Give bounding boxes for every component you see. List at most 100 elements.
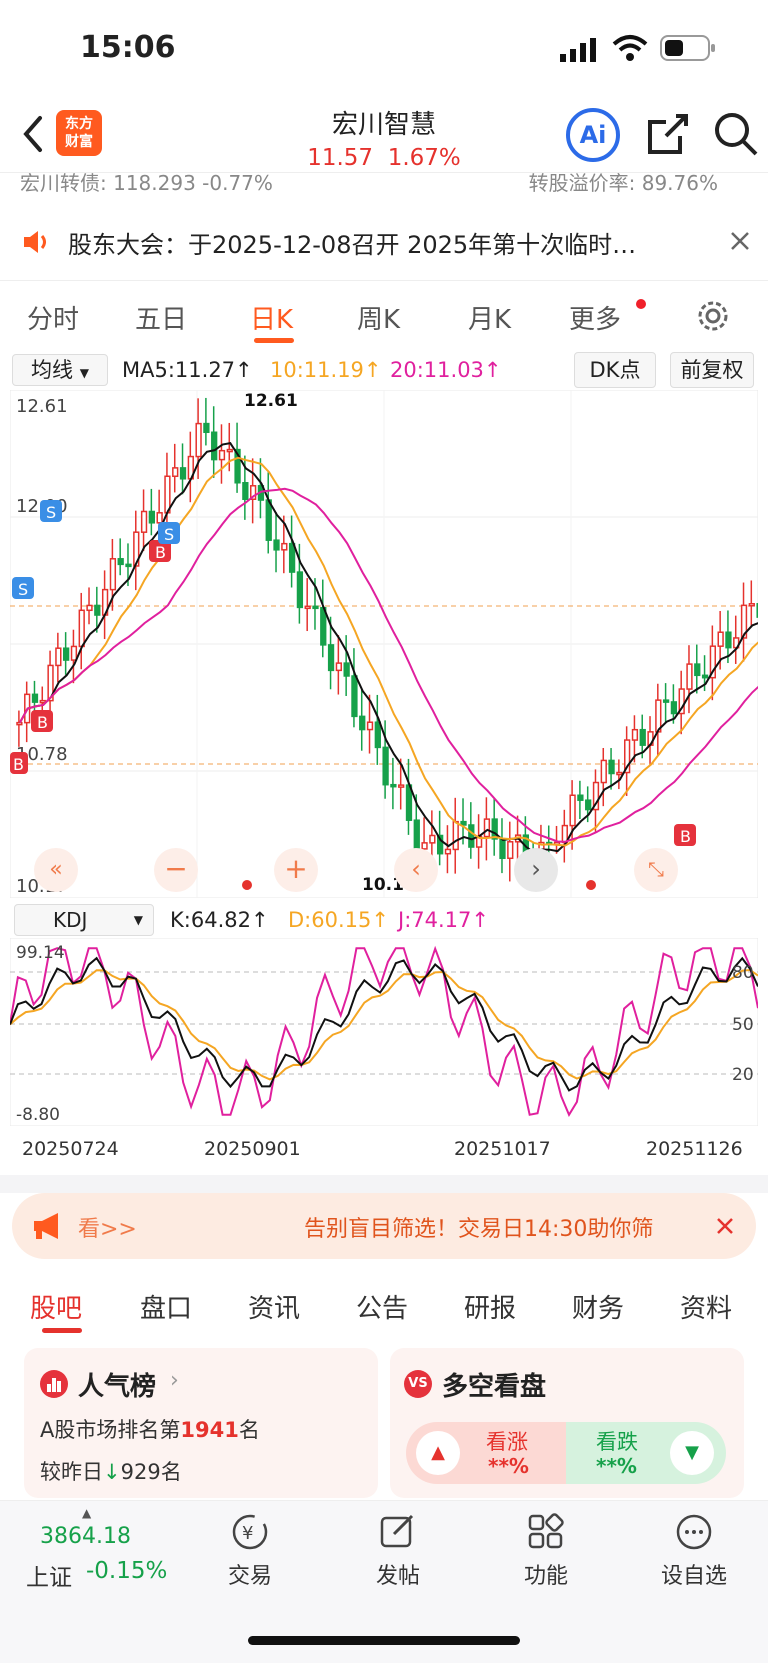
buy-badge: B <box>31 710 53 732</box>
yen-cycle-icon: ¥ <box>190 1512 310 1558</box>
ai-button[interactable]: Ai <box>566 108 620 162</box>
battery-icon <box>660 34 716 62</box>
conversion-premium: 转股溢价率: 89.76% <box>528 172 718 195</box>
tab-research[interactable]: 研报 <box>464 1288 516 1325</box>
date-label: 20251017 <box>454 1138 551 1160</box>
notice-text: 股东大会：于2025-12-08召开 2025年第十次临时… <box>68 231 637 259</box>
nav-functions[interactable]: 功能 <box>486 1512 606 1590</box>
scroll-left-button[interactable]: ‹ <box>394 848 438 892</box>
change-value: 929 <box>120 1460 161 1484</box>
candle-body <box>86 604 93 612</box>
kdj-80: 80 <box>732 963 754 983</box>
search-icon[interactable] <box>712 110 760 158</box>
down-triangle-icon: ▼ <box>670 1431 714 1475</box>
bullish-button[interactable]: ▲ 看涨 **% <box>406 1422 566 1484</box>
rank-prefix: A股市场排名第 <box>40 1418 181 1442</box>
candle-body <box>608 759 615 775</box>
candle-body <box>109 558 117 591</box>
tab-five-day[interactable]: 五日 <box>135 299 187 336</box>
index-widget[interactable]: ▲ 3864.18 上证 -0.15% <box>20 1502 180 1592</box>
svg-text:S: S <box>164 525 174 544</box>
ma-selector[interactable]: 均线 ▼ <box>12 354 108 386</box>
tab-profile[interactable]: 资料 <box>680 1288 732 1325</box>
candle-body <box>343 662 350 677</box>
candle-body <box>600 759 607 784</box>
ma5-value: MA5:11.27↑ <box>122 358 253 382</box>
buy-badge: B <box>10 752 28 774</box>
kline-chart[interactable]: 12.61 12.00 10.78 10.17 12.61 10.17 B B … <box>10 390 758 898</box>
candle-body <box>483 818 491 838</box>
promo-left-text: 看>> <box>78 1217 137 1242</box>
forward-adjust-button[interactable]: 前复权 <box>670 352 754 388</box>
ma10-value: 10:11.19↑ <box>270 358 382 382</box>
tab-daily-k[interactable]: 日K <box>250 299 293 336</box>
tab-weekly-k[interactable]: 周K <box>357 299 400 336</box>
tab-monthly-k[interactable]: 月K <box>468 299 511 336</box>
candle-body <box>63 647 70 661</box>
tab-announcements[interactable]: 公告 <box>356 1288 408 1325</box>
kdj-y-bottom: -8.80 <box>16 1105 60 1125</box>
candle-body <box>468 824 475 848</box>
bond-ticker[interactable]: 宏川转债: 118.293 -0.77% 转股溢价率: 89.76% <box>0 172 768 200</box>
candle-body <box>55 647 62 667</box>
nav-post[interactable]: 发帖 <box>338 1512 458 1590</box>
candle-body <box>226 448 233 453</box>
index-value: 3864.18 <box>40 1524 131 1549</box>
zoom-in-button[interactable]: + <box>274 848 318 892</box>
svg-text:B: B <box>37 713 48 732</box>
dk-label: DK点 <box>589 358 641 382</box>
kdj-chart[interactable]: 99.14 -8.80 80 50 20 <box>10 938 758 1126</box>
tab-guba[interactable]: 股吧 <box>30 1288 82 1325</box>
close-icon[interactable] <box>730 229 750 250</box>
sell-badge: S <box>40 500 62 522</box>
zoom-out-button[interactable]: − <box>154 848 198 892</box>
candle-body <box>444 848 452 855</box>
rank-value: 1941 <box>180 1418 239 1442</box>
scroll-left-fast-button[interactable]: « <box>34 848 78 892</box>
bearish-button[interactable]: 看跌 **% ▼ <box>566 1422 726 1484</box>
nav-watchlist[interactable]: 设自选 <box>634 1512 754 1590</box>
change-prefix: 较昨日 <box>40 1460 103 1484</box>
edit-icon <box>338 1512 458 1558</box>
promo-banner[interactable]: 看>> 告别盲目筛选！交易日14:30助你筛 <box>12 1193 756 1259</box>
bearish-value: **% <box>596 1454 637 1478</box>
promo-close-icon[interactable] <box>716 1217 734 1235</box>
candle-body <box>670 701 678 715</box>
period-tabs: 分时 五日 日K 周K 月K 更多 <box>0 285 768 345</box>
candle-body <box>304 605 311 610</box>
candle-body <box>31 693 39 703</box>
candle-body <box>296 571 304 609</box>
candle-body <box>203 422 210 434</box>
candle-body <box>616 771 623 776</box>
candle-body <box>179 467 187 480</box>
svg-text:B: B <box>680 827 691 846</box>
tab-pankou[interactable]: 盘口 <box>140 1288 192 1325</box>
candle-body <box>398 784 405 788</box>
candle-body <box>117 558 124 566</box>
scroll-right-button[interactable]: › <box>514 848 558 892</box>
status-time: 15:06 <box>80 30 176 65</box>
tab-news[interactable]: 资讯 <box>248 1288 300 1325</box>
fullscreen-icon[interactable]: ⤡ <box>634 848 678 892</box>
kdj-selector[interactable]: KDJ ▼ <box>14 904 154 936</box>
date-label: 20250724 <box>22 1138 119 1160</box>
candle-body <box>351 675 358 718</box>
stock-price: 11.57 <box>307 145 374 171</box>
date-label: 20250901 <box>204 1138 301 1160</box>
tab-more[interactable]: 更多 <box>569 299 621 336</box>
tab-finance[interactable]: 财务 <box>572 1288 624 1325</box>
notice-bar[interactable]: 股东大会：于2025-12-08召开 2025年第十次临时… <box>0 215 768 275</box>
change-suffix: 名 <box>160 1460 182 1484</box>
stock-change: 1.67% <box>387 145 461 171</box>
dk-point-button[interactable]: DK点 <box>574 352 656 388</box>
nav-trade[interactable]: ¥ 交易 <box>190 1512 310 1590</box>
popularity-card[interactable]: 人气榜 › A股市场排名第1941名 较昨日↓929名 <box>24 1348 378 1498</box>
tab-timeshare[interactable]: 分时 <box>27 299 79 336</box>
candle-body <box>218 449 226 461</box>
settings-gear-icon[interactable] <box>696 299 730 333</box>
candle-body <box>421 842 428 850</box>
sell-badge: S <box>158 522 180 544</box>
bull-bear-card[interactable]: VS 多空看盘 ▲ 看涨 **% 看跌 **% ▼ <box>390 1348 744 1498</box>
bearish-label: 看跌 <box>596 1430 638 1454</box>
share-icon[interactable] <box>646 112 690 156</box>
